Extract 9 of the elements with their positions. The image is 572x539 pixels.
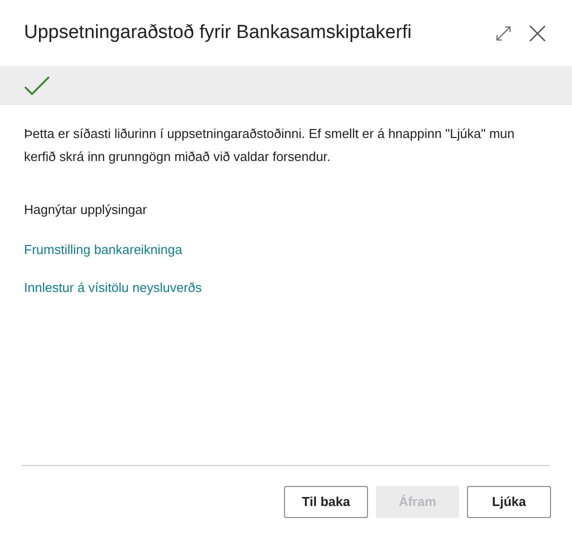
link[interactable]: Innlestur á vísitölu neysluverðs <box>24 278 202 296</box>
dialog-button[interactable]: Til baka <box>284 486 368 518</box>
link[interactable]: Frumstilling bankareikninga <box>24 240 182 258</box>
window-title: Uppsetningaraðstoð fyrir Bankasamskiptakerfi <box>24 21 412 45</box>
close-icon[interactable] <box>529 24 546 42</box>
intro-paragraph: Þetta er síðasti liðurinn í uppsetningaraðstoðinni. Ef smellt er á hnappinn "Ljúka" mun kerfið skrá inn grunngögn miðað við valdar forsendur. <box>23 125 516 166</box>
section-heading: Hagnýtar upplýsingar <box>23 201 148 219</box>
dialog-button[interactable]: Ljúka <box>467 486 551 518</box>
expand-icon[interactable] <box>496 26 511 40</box>
